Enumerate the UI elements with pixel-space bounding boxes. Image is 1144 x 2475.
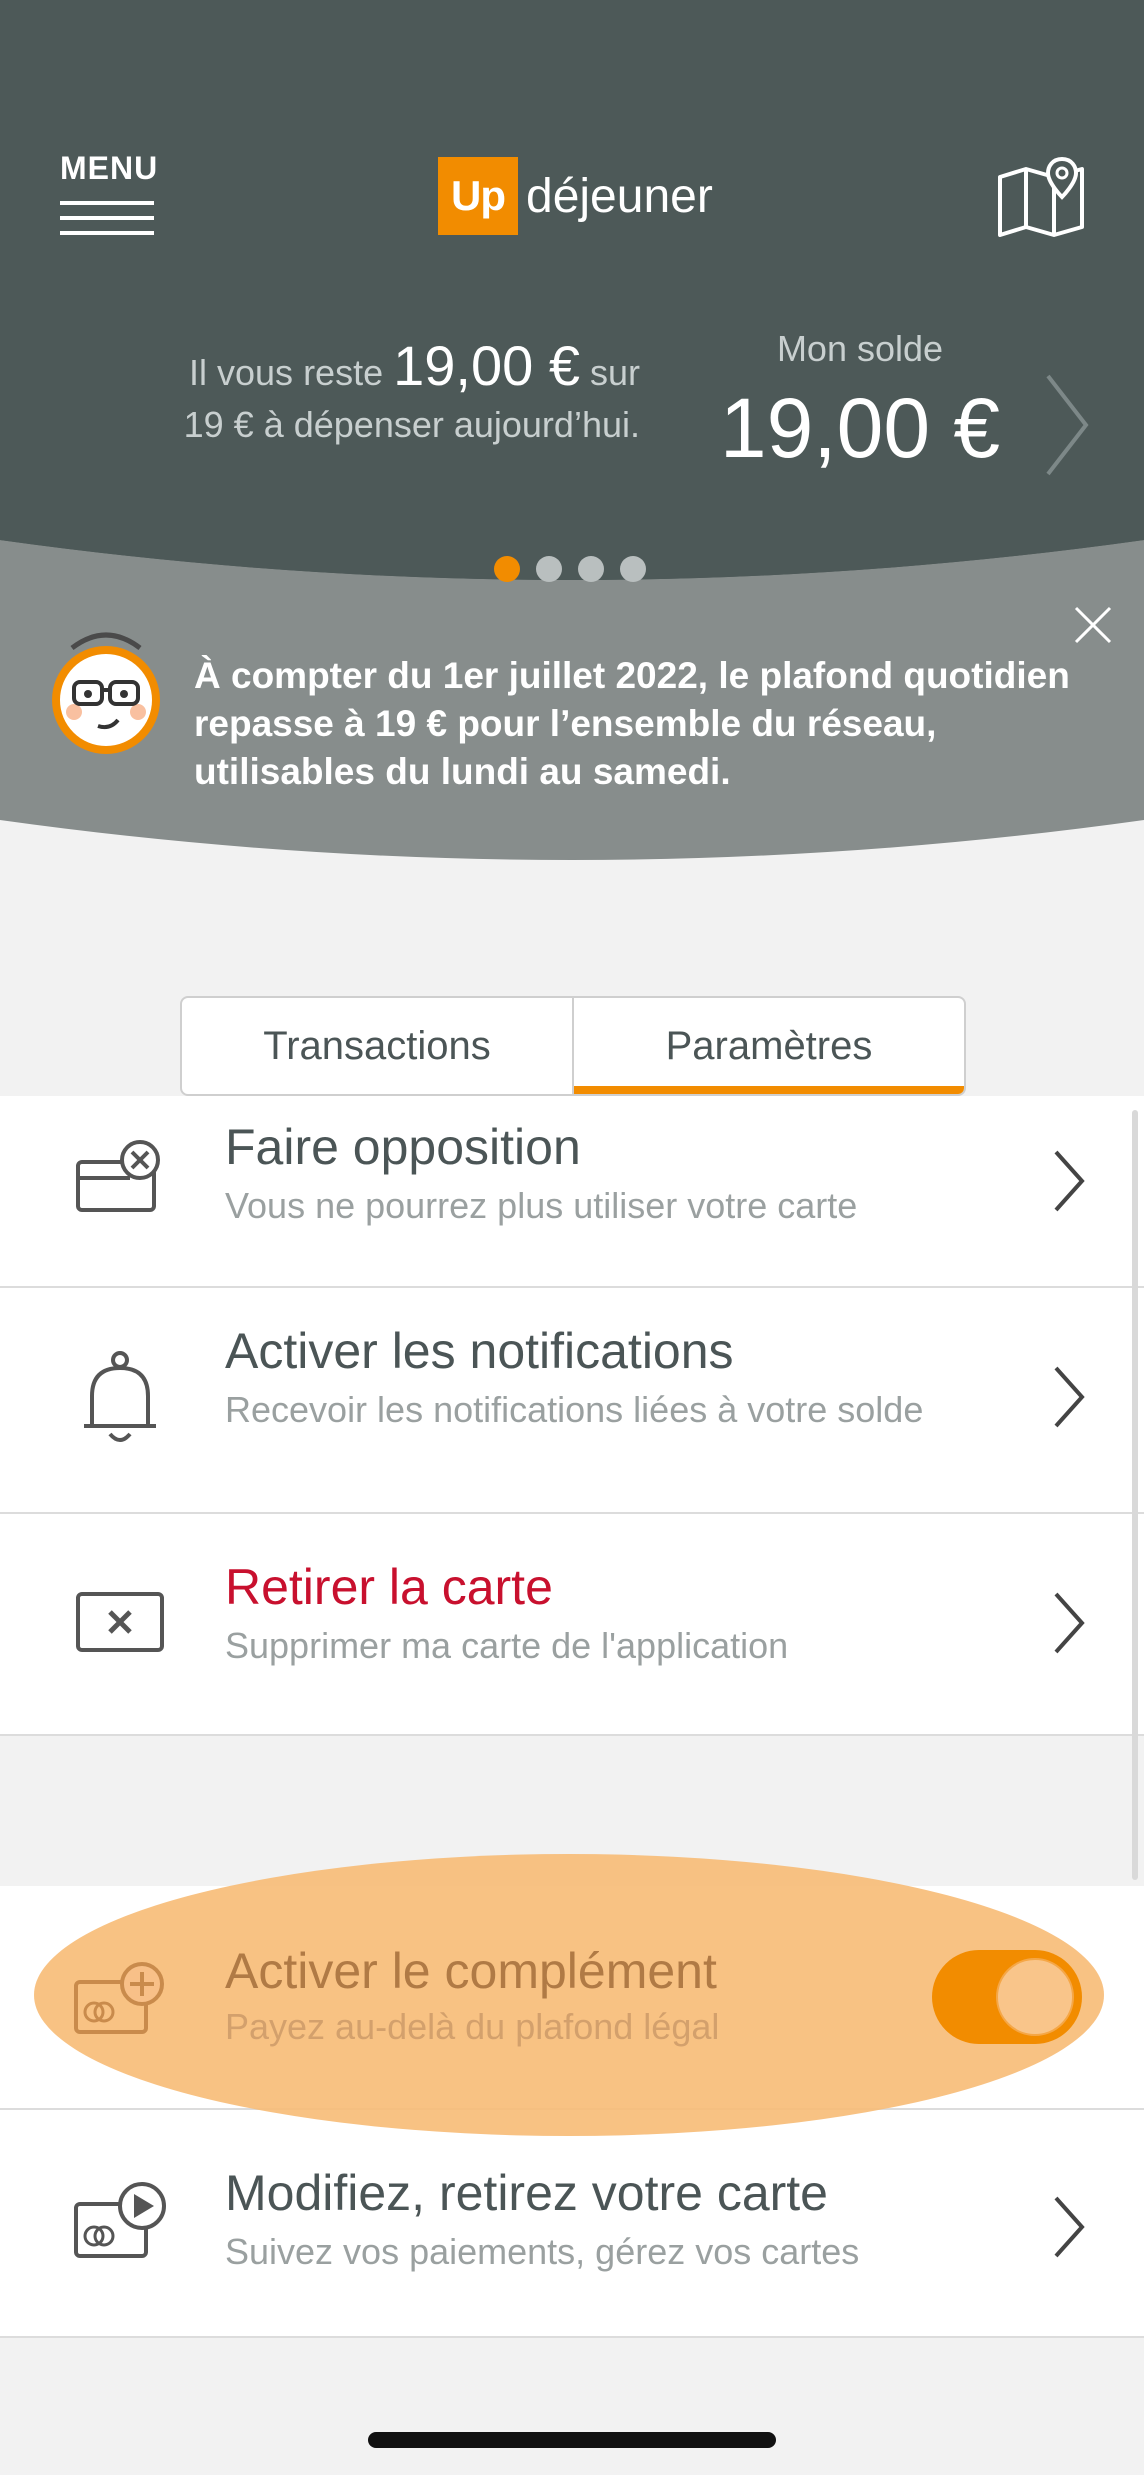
row-subtitle: Suivez vos paiements, gérez vos cartes	[225, 2231, 860, 2272]
up-dejeuner-logo: Up déjeuner	[438, 157, 713, 235]
row-title: Modifiez, retirez votre carte	[225, 2165, 828, 2221]
row-title: Faire opposition	[225, 1119, 581, 1175]
pager-dots	[494, 556, 646, 582]
close-icon[interactable]	[1068, 600, 1118, 650]
chevron-right-icon	[1048, 2192, 1088, 2262]
home-indicator[interactable]	[368, 2432, 776, 2448]
map-icon[interactable]	[996, 155, 1086, 237]
tab-transactions[interactable]: Transactions	[182, 998, 572, 1094]
chevron-right-icon[interactable]	[1042, 370, 1092, 480]
daily-remaining-text: Il vous reste 19,00 € sur 19 € à dépense…	[80, 338, 640, 451]
row-subtitle: Vous ne pourrez plus utiliser votre cart…	[225, 1185, 858, 1226]
row-subtitle: Recevoir les notifications liées à votre…	[225, 1389, 924, 1430]
list-item-activer-notifications[interactable]: Activer les notifications Recevoir les n…	[0, 1288, 1144, 1514]
logo-up-badge: Up	[438, 157, 518, 235]
card-add-icon	[70, 1960, 170, 2040]
pager-dot[interactable]	[536, 556, 562, 582]
complement-subtitle: Payez au-delà du plafond légal	[225, 2006, 720, 2047]
list-item-faire-opposition[interactable]: Faire opposition Vous ne pourrez plus ut…	[0, 1096, 1144, 1288]
card-remove-icon	[70, 1588, 170, 1663]
card-play-icon	[70, 2180, 170, 2275]
balance-value: 19,00 €	[719, 381, 1001, 475]
pager-dot[interactable]	[620, 556, 646, 582]
bell-icon	[70, 1348, 170, 1453]
complement-title: Activer le complément	[225, 1943, 717, 1999]
menu-label: MENU	[60, 150, 159, 186]
row-title: Activer les notifications	[225, 1323, 734, 1379]
list-item-retirer-carte[interactable]: Retirer la carte Supprimer ma carte de l…	[0, 1514, 1144, 1736]
pager-dot[interactable]	[578, 556, 604, 582]
menu-button[interactable]: MENU	[60, 150, 160, 240]
mascot-icon	[48, 628, 164, 758]
row-title: Retirer la carte	[225, 1559, 553, 1615]
tab-parametres[interactable]: Paramètres	[572, 998, 964, 1094]
remaining-line2: 19 € à dépenser aujourd’hui.	[183, 404, 640, 445]
logo-wordmark: déjeuner	[526, 169, 713, 223]
hamburger-icon	[60, 201, 154, 235]
settings-list: Faire opposition Vous ne pourrez plus ut…	[0, 1096, 1144, 1736]
complement-toggle[interactable]	[932, 1950, 1082, 2044]
balance-label: Mon solde	[776, 328, 944, 369]
card-block-icon	[70, 1140, 170, 1225]
remaining-amount: 19,00 €	[393, 334, 580, 397]
pager-dot[interactable]	[494, 556, 520, 582]
chevron-right-icon	[1048, 1588, 1088, 1658]
chevron-right-icon	[1048, 1362, 1088, 1432]
banner-message: À compter du 1er juillet 2022, le plafon…	[194, 655, 1070, 792]
list-item-modifiez-carte[interactable]: Modifiez, retirez votre carte Suivez vos…	[0, 2110, 1144, 2338]
row-subtitle: Supprimer ma carte de l'application	[225, 1625, 789, 1666]
chevron-right-icon	[1048, 1146, 1088, 1216]
toggle-knob	[996, 1958, 1074, 2036]
remaining-prefix: Il vous reste	[189, 352, 384, 393]
scrollbar[interactable]	[1132, 1110, 1138, 1880]
remaining-suffix: sur	[589, 352, 640, 393]
tab-bar: Transactions Paramètres	[180, 996, 966, 1096]
header	[0, 0, 1144, 620]
